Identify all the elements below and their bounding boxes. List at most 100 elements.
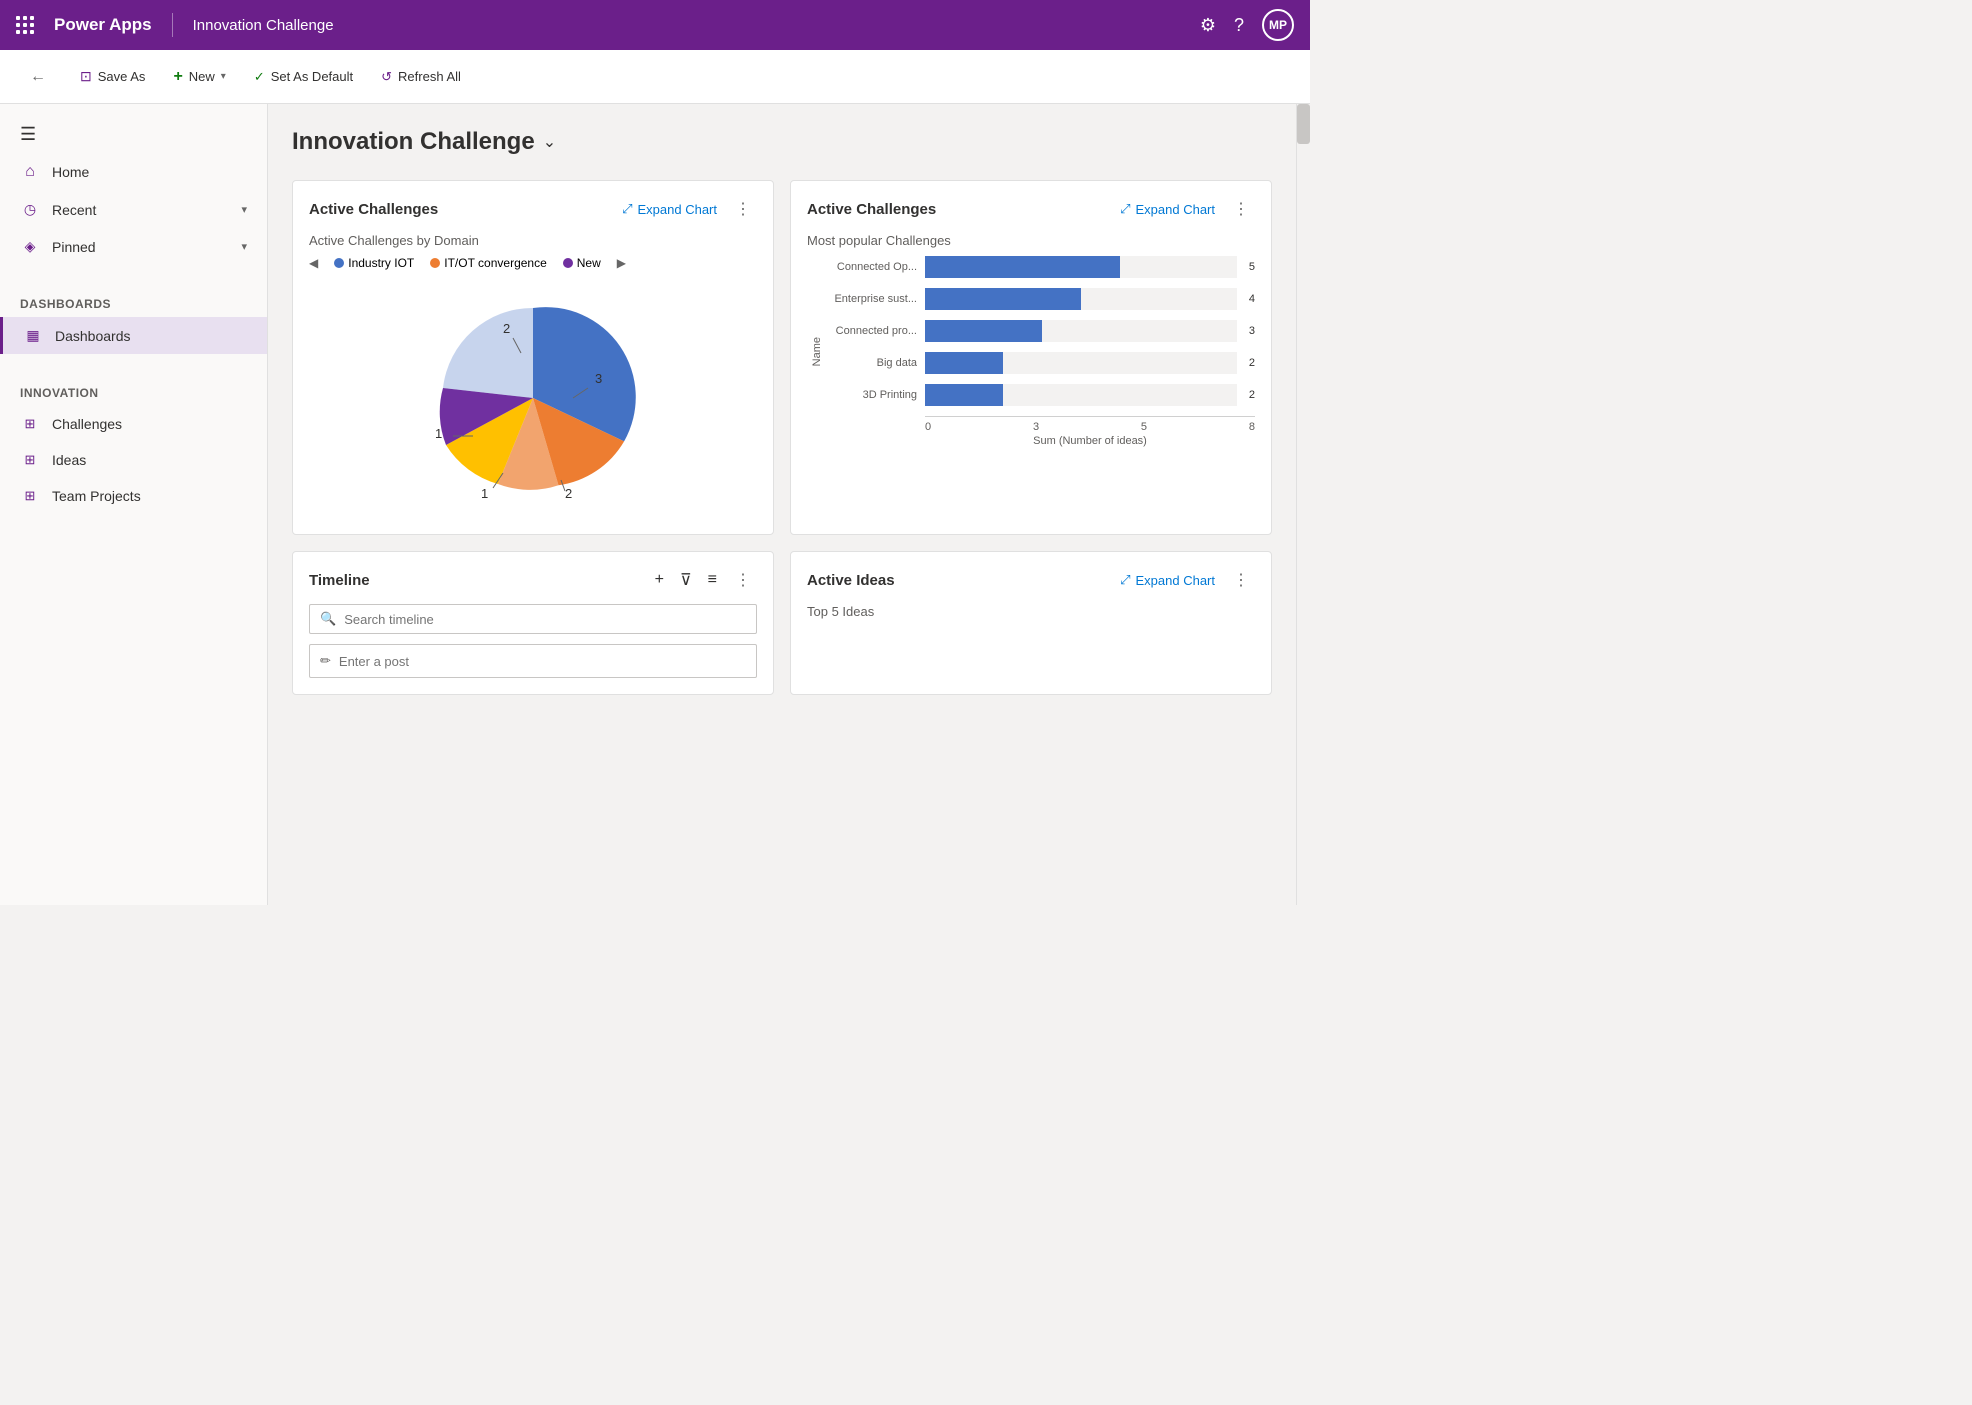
sidebar-challenges-label: Challenges xyxy=(52,416,247,432)
legend-dot-1 xyxy=(430,258,440,268)
bar-track-4 xyxy=(925,384,1237,406)
bar-expand-icon: ⤢ xyxy=(1120,201,1130,217)
bar-card-header: Active Challenges ⤢ Expand Chart ⋮ xyxy=(807,197,1255,221)
back-button[interactable]: ← xyxy=(20,62,56,92)
ideas-more-button[interactable]: ⋮ xyxy=(1227,568,1255,592)
legend-nav-left[interactable]: ◀ xyxy=(309,256,318,270)
bar-value-1: 4 xyxy=(1249,293,1255,305)
nav-right-actions: ⚙ ? MP xyxy=(1200,9,1294,41)
legend-label-0: Industry IOT xyxy=(348,256,414,270)
legend-item-0: Industry IOT xyxy=(334,256,414,270)
page-title: Innovation Challenge xyxy=(292,128,535,156)
timeline-search-box[interactable]: 🔍 xyxy=(309,604,757,634)
timeline-more-button[interactable]: ⋮ xyxy=(729,568,757,592)
content-header: Innovation Challenge ⌄ xyxy=(292,128,1272,156)
sidebar-item-team-projects[interactable]: ⊞ Team Projects xyxy=(0,478,267,514)
sidebar-item-recent[interactable]: ◷ Recent ▾ xyxy=(0,191,267,228)
bar-value-2: 3 xyxy=(1249,325,1255,337)
new-button[interactable]: + New ▾ xyxy=(161,62,237,92)
timeline-search-icon: 🔍 xyxy=(320,611,336,627)
legend-nav-right[interactable]: ▶ xyxy=(617,256,626,270)
home-icon: ⌂ xyxy=(20,163,40,181)
expand-icon: ⤢ xyxy=(622,201,632,217)
timeline-filter-button[interactable]: ⊽ xyxy=(676,568,696,592)
pie-expand-label: Expand Chart xyxy=(638,202,718,217)
timeline-post-input[interactable] xyxy=(339,654,746,669)
y-axis-container: Name xyxy=(807,256,827,447)
page-title-chevron-icon[interactable]: ⌄ xyxy=(543,132,556,152)
dashboards-icon: ▦ xyxy=(23,327,43,344)
bar-fill-0 xyxy=(925,256,1120,278)
x-tick-3: 8 xyxy=(1249,421,1255,433)
ideas-card-title: Active Ideas xyxy=(807,572,1108,589)
bar-value-0: 5 xyxy=(1249,261,1255,273)
bar-row-0: Connected Op... 5 xyxy=(827,256,1255,278)
pie-expand-chart-button[interactable]: ⤢ Expand Chart xyxy=(618,199,721,219)
save-as-label: Save As xyxy=(98,69,146,84)
main-layout: ☰ ⌂ Home ◷ Recent ▾ ◈ Pinned ▾ Dashboard… xyxy=(0,104,1310,905)
recent-icon: ◷ xyxy=(20,201,40,218)
pie-legend: ◀ Industry IOT IT/OT convergence New xyxy=(309,256,757,270)
svg-text:1: 1 xyxy=(435,426,442,441)
nav-page-title: Innovation Challenge xyxy=(193,17,334,34)
scrollbar-thumb[interactable] xyxy=(1297,104,1310,144)
sidebar-item-challenges[interactable]: ⊞ Challenges xyxy=(0,406,267,442)
active-ideas-card: Active Ideas ⤢ Expand Chart ⋮ Top 5 Idea… xyxy=(790,551,1272,695)
innovation-section-label: Innovation xyxy=(0,370,267,406)
bar-expand-label: Expand Chart xyxy=(1136,202,1216,217)
bar-track-2 xyxy=(925,320,1237,342)
pie-card-title: Active Challenges xyxy=(309,201,610,218)
y-axis-label: Name xyxy=(811,337,823,366)
bar-chart-with-axis: Name Connected Op... 5 xyxy=(807,256,1255,447)
bar-fill-2 xyxy=(925,320,1042,342)
ideas-expand-label: Expand Chart xyxy=(1136,573,1216,588)
ideas-expand-chart-button[interactable]: ⤢ Expand Chart xyxy=(1116,570,1219,590)
top-navigation: Power Apps Innovation Challenge ⚙ ? MP xyxy=(0,0,1310,50)
bar-fill-4 xyxy=(925,384,1003,406)
refresh-all-label: Refresh All xyxy=(398,69,461,84)
sidebar-item-home[interactable]: ⌂ Home xyxy=(0,153,267,191)
x-axis: 0 3 5 8 Sum (Number of ideas) xyxy=(925,416,1255,447)
timeline-sort-button[interactable]: ≡ xyxy=(704,569,721,591)
save-as-button[interactable]: ⊡ Save As xyxy=(68,62,157,91)
refresh-all-button[interactable]: ↺ Refresh All xyxy=(369,63,473,91)
timeline-post-box[interactable]: ✏ xyxy=(309,644,757,678)
plus-icon: + xyxy=(173,68,182,86)
bar-fill-1 xyxy=(925,288,1081,310)
settings-icon[interactable]: ⚙ xyxy=(1200,15,1216,36)
legend-label-1: IT/OT convergence xyxy=(444,256,547,270)
check-icon: ✓ xyxy=(254,69,265,85)
new-label: New xyxy=(189,69,215,84)
bar-label-2: Connected pro... xyxy=(827,325,917,337)
sidebar-item-pinned[interactable]: ◈ Pinned ▾ xyxy=(0,228,267,265)
bar-label-3: Big data xyxy=(827,357,917,369)
active-challenges-bar-card: Active Challenges ⤢ Expand Chart ⋮ Most … xyxy=(790,180,1272,535)
sidebar-item-ideas[interactable]: ⊞ Ideas xyxy=(0,442,267,478)
active-challenges-pie-card: Active Challenges ⤢ Expand Chart ⋮ Activ… xyxy=(292,180,774,535)
pinned-icon: ◈ xyxy=(20,238,40,255)
bar-label-4: 3D Printing xyxy=(827,389,917,401)
bar-label-0: Connected Op... xyxy=(827,261,917,273)
challenges-icon: ⊞ xyxy=(20,416,40,432)
toolbar: ← ⊡ Save As + New ▾ ✓ Set As Default ↺ R… xyxy=(0,50,1310,104)
bar-expand-chart-button[interactable]: ⤢ Expand Chart xyxy=(1116,199,1219,219)
x-axis-title: Sum (Number of ideas) xyxy=(925,435,1255,447)
legend-dot-0 xyxy=(334,258,344,268)
help-icon[interactable]: ? xyxy=(1234,15,1244,36)
bar-rows-container: Connected Op... 5 Enterprise sust... xyxy=(827,256,1255,447)
user-avatar[interactable]: MP xyxy=(1262,9,1294,41)
right-scrollbar xyxy=(1296,104,1310,905)
sidebar-item-dashboards[interactable]: ▦ Dashboards xyxy=(0,317,267,354)
x-axis-ticks: 0 3 5 8 xyxy=(925,421,1255,433)
bar-fill-3 xyxy=(925,352,1003,374)
legend-dot-2 xyxy=(563,258,573,268)
timeline-add-button[interactable]: + xyxy=(651,569,668,591)
set-as-default-button[interactable]: ✓ Set As Default xyxy=(242,63,365,91)
sidebar-menu-button[interactable]: ☰ xyxy=(0,116,267,153)
timeline-search-input[interactable] xyxy=(344,612,746,627)
pie-more-button[interactable]: ⋮ xyxy=(729,197,757,221)
app-grid-button[interactable] xyxy=(16,16,34,34)
legend-item-2: New xyxy=(563,256,601,270)
x-tick-1: 3 xyxy=(1033,421,1039,433)
bar-more-button[interactable]: ⋮ xyxy=(1227,197,1255,221)
